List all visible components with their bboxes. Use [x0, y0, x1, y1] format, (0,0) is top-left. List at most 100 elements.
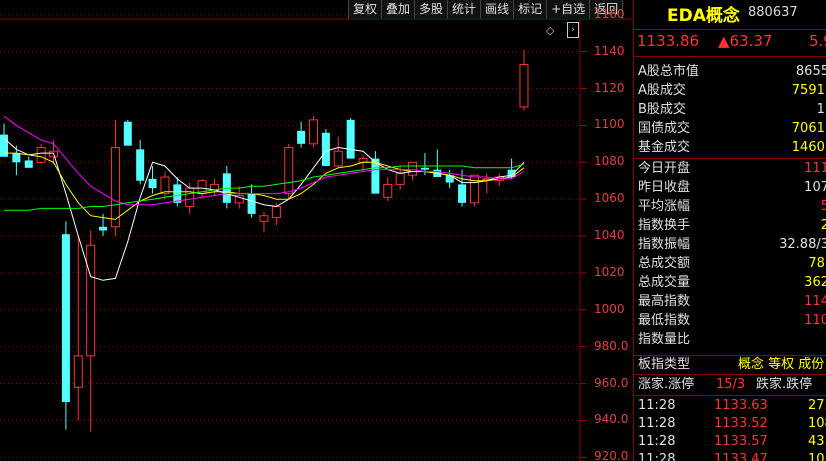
divider: [634, 395, 826, 396]
stat-value: 32.88/3: [779, 237, 826, 252]
stat-value: 110: [804, 313, 826, 328]
candle-body: [259, 215, 269, 222]
stat-value: 111: [804, 161, 826, 176]
candle[interactable]: [86, 230, 96, 432]
candle[interactable]: [197, 178, 207, 200]
candle-body: [12, 153, 21, 163]
candle-body: [173, 184, 182, 203]
kline-chart-area[interactable]: 复权 叠加 多股 统计 画线 标记 +自选 返回 ◇ › 1160 1140 112…: [0, 0, 632, 461]
index-info-panel: EDA概念 880637 1133.86 ▲63.37 5.9 A股总市值 865…: [633, 0, 826, 461]
y-tick-label: 1000: [594, 301, 625, 316]
candle-body: [86, 244, 96, 357]
stat-row: 平均涨幅 5: [634, 197, 826, 216]
candle[interactable]: [259, 212, 269, 233]
candle[interactable]: [519, 49, 529, 111]
add-watchlist-button[interactable]: +自选: [547, 0, 591, 19]
stat-row: A股成交 7591.: [634, 81, 826, 100]
stat-row: 指数量比: [634, 330, 826, 349]
y-tick-label: 980.0: [594, 338, 629, 353]
tick-volume: 27.: [808, 398, 826, 413]
candle-body: [136, 149, 145, 181]
overlay-button[interactable]: 叠加: [382, 0, 416, 19]
stat-row: 最低指数 110: [634, 311, 826, 330]
stat-label: 指数振幅: [638, 237, 691, 252]
y-tick-label: 1060: [594, 191, 625, 206]
stat-value: 362: [804, 275, 826, 290]
stat-label: 今日开盘: [638, 161, 691, 176]
index-name: EDA概念: [667, 6, 740, 26]
tick-time: 11:28: [638, 416, 676, 431]
candle[interactable]: [136, 140, 145, 185]
stat-label: 国债成交: [638, 121, 691, 136]
moving-average-line: [4, 163, 525, 211]
candle-body: [346, 119, 355, 159]
candle[interactable]: [297, 121, 306, 148]
candle[interactable]: [123, 119, 132, 146]
stat-label: 指数量比: [638, 332, 691, 347]
candle[interactable]: [160, 171, 170, 200]
tick-volume: 43.: [808, 434, 826, 449]
candle-body: [519, 64, 529, 108]
candle[interactable]: [346, 118, 355, 159]
stat-label: 总成交量: [638, 275, 691, 290]
index-header: EDA概念 880637: [634, 0, 826, 26]
stat-value: 7591.: [791, 83, 826, 98]
candle[interactable]: [222, 165, 231, 209]
candle[interactable]: [383, 177, 393, 201]
candle[interactable]: [309, 116, 318, 148]
board-type-label: 板指类型: [638, 357, 691, 372]
tick-price: 1133.63: [714, 398, 768, 413]
board-type-row: 板指类型 概念 等权 成份: [634, 355, 826, 374]
stat-value: 114: [804, 294, 826, 309]
tick-time: 11:28: [638, 398, 676, 413]
stat-label: 平均涨幅: [638, 199, 691, 214]
candle-body: [284, 147, 294, 195]
candle-body: [99, 226, 108, 231]
statistics-button[interactable]: 统计: [448, 0, 482, 19]
stat-row: A股总市值 8655: [634, 62, 826, 81]
candle[interactable]: [24, 156, 33, 168]
board-type-value: 概念 等权 成份: [738, 357, 825, 372]
last-price: 1133.86: [637, 32, 700, 50]
down-count-label: 跌家.跌停: [756, 377, 813, 392]
price-summary: 1133.86 ▲63.37 5.9: [634, 29, 826, 57]
candle[interactable]: [333, 136, 343, 168]
candle[interactable]: [371, 151, 380, 194]
candle[interactable]: [61, 221, 70, 430]
multi-stock-button[interactable]: 多股: [415, 0, 449, 19]
tick-price: 1133.47: [714, 452, 768, 461]
stat-value: 1460.: [791, 140, 826, 155]
candle[interactable]: [321, 129, 330, 166]
candle[interactable]: [185, 182, 195, 214]
y-tick-label: 1140: [594, 43, 625, 58]
tick-row: 11:28 1133.63 27.: [634, 397, 826, 415]
price-change: ▲63.37: [718, 32, 773, 50]
chart-toolbar: 复权 叠加 多股 统计 画线 标记 +自选 返回: [348, 0, 624, 19]
candle[interactable]: [73, 236, 83, 421]
fuquan-button[interactable]: 复权: [349, 0, 383, 19]
mark-button[interactable]: 标记: [514, 0, 548, 19]
stat-row: 今日开盘 111: [634, 159, 826, 178]
candle[interactable]: [482, 173, 492, 194]
stat-value: 5: [821, 197, 826, 216]
price-change-pct: 5.9: [809, 32, 826, 50]
stat-row: 指数振幅 32.88/3: [634, 235, 826, 254]
stat-value: 8655: [795, 64, 826, 79]
candle-body: [247, 193, 256, 214]
draw-line-button[interactable]: 画线: [481, 0, 515, 19]
y-tick-label: 920.0: [594, 449, 629, 461]
kline-chart[interactable]: [0, 0, 632, 461]
candle-body: [110, 147, 120, 228]
panel-toggle-icon[interactable]: ›: [567, 22, 579, 38]
diamond-icon[interactable]: ◇: [546, 24, 554, 37]
candle[interactable]: [209, 178, 219, 196]
candle-body: [458, 184, 467, 203]
tick-time: 11:28: [638, 434, 676, 449]
stat-label: A股成交: [638, 83, 686, 98]
y-tick-label: 960.0: [594, 375, 629, 390]
candle-body: [148, 178, 157, 189]
stat-label: 最低指数: [638, 313, 691, 328]
candle-body: [420, 167, 429, 170]
up-count-label: 涨家.涨停: [638, 377, 695, 392]
candle-body: [383, 183, 393, 198]
